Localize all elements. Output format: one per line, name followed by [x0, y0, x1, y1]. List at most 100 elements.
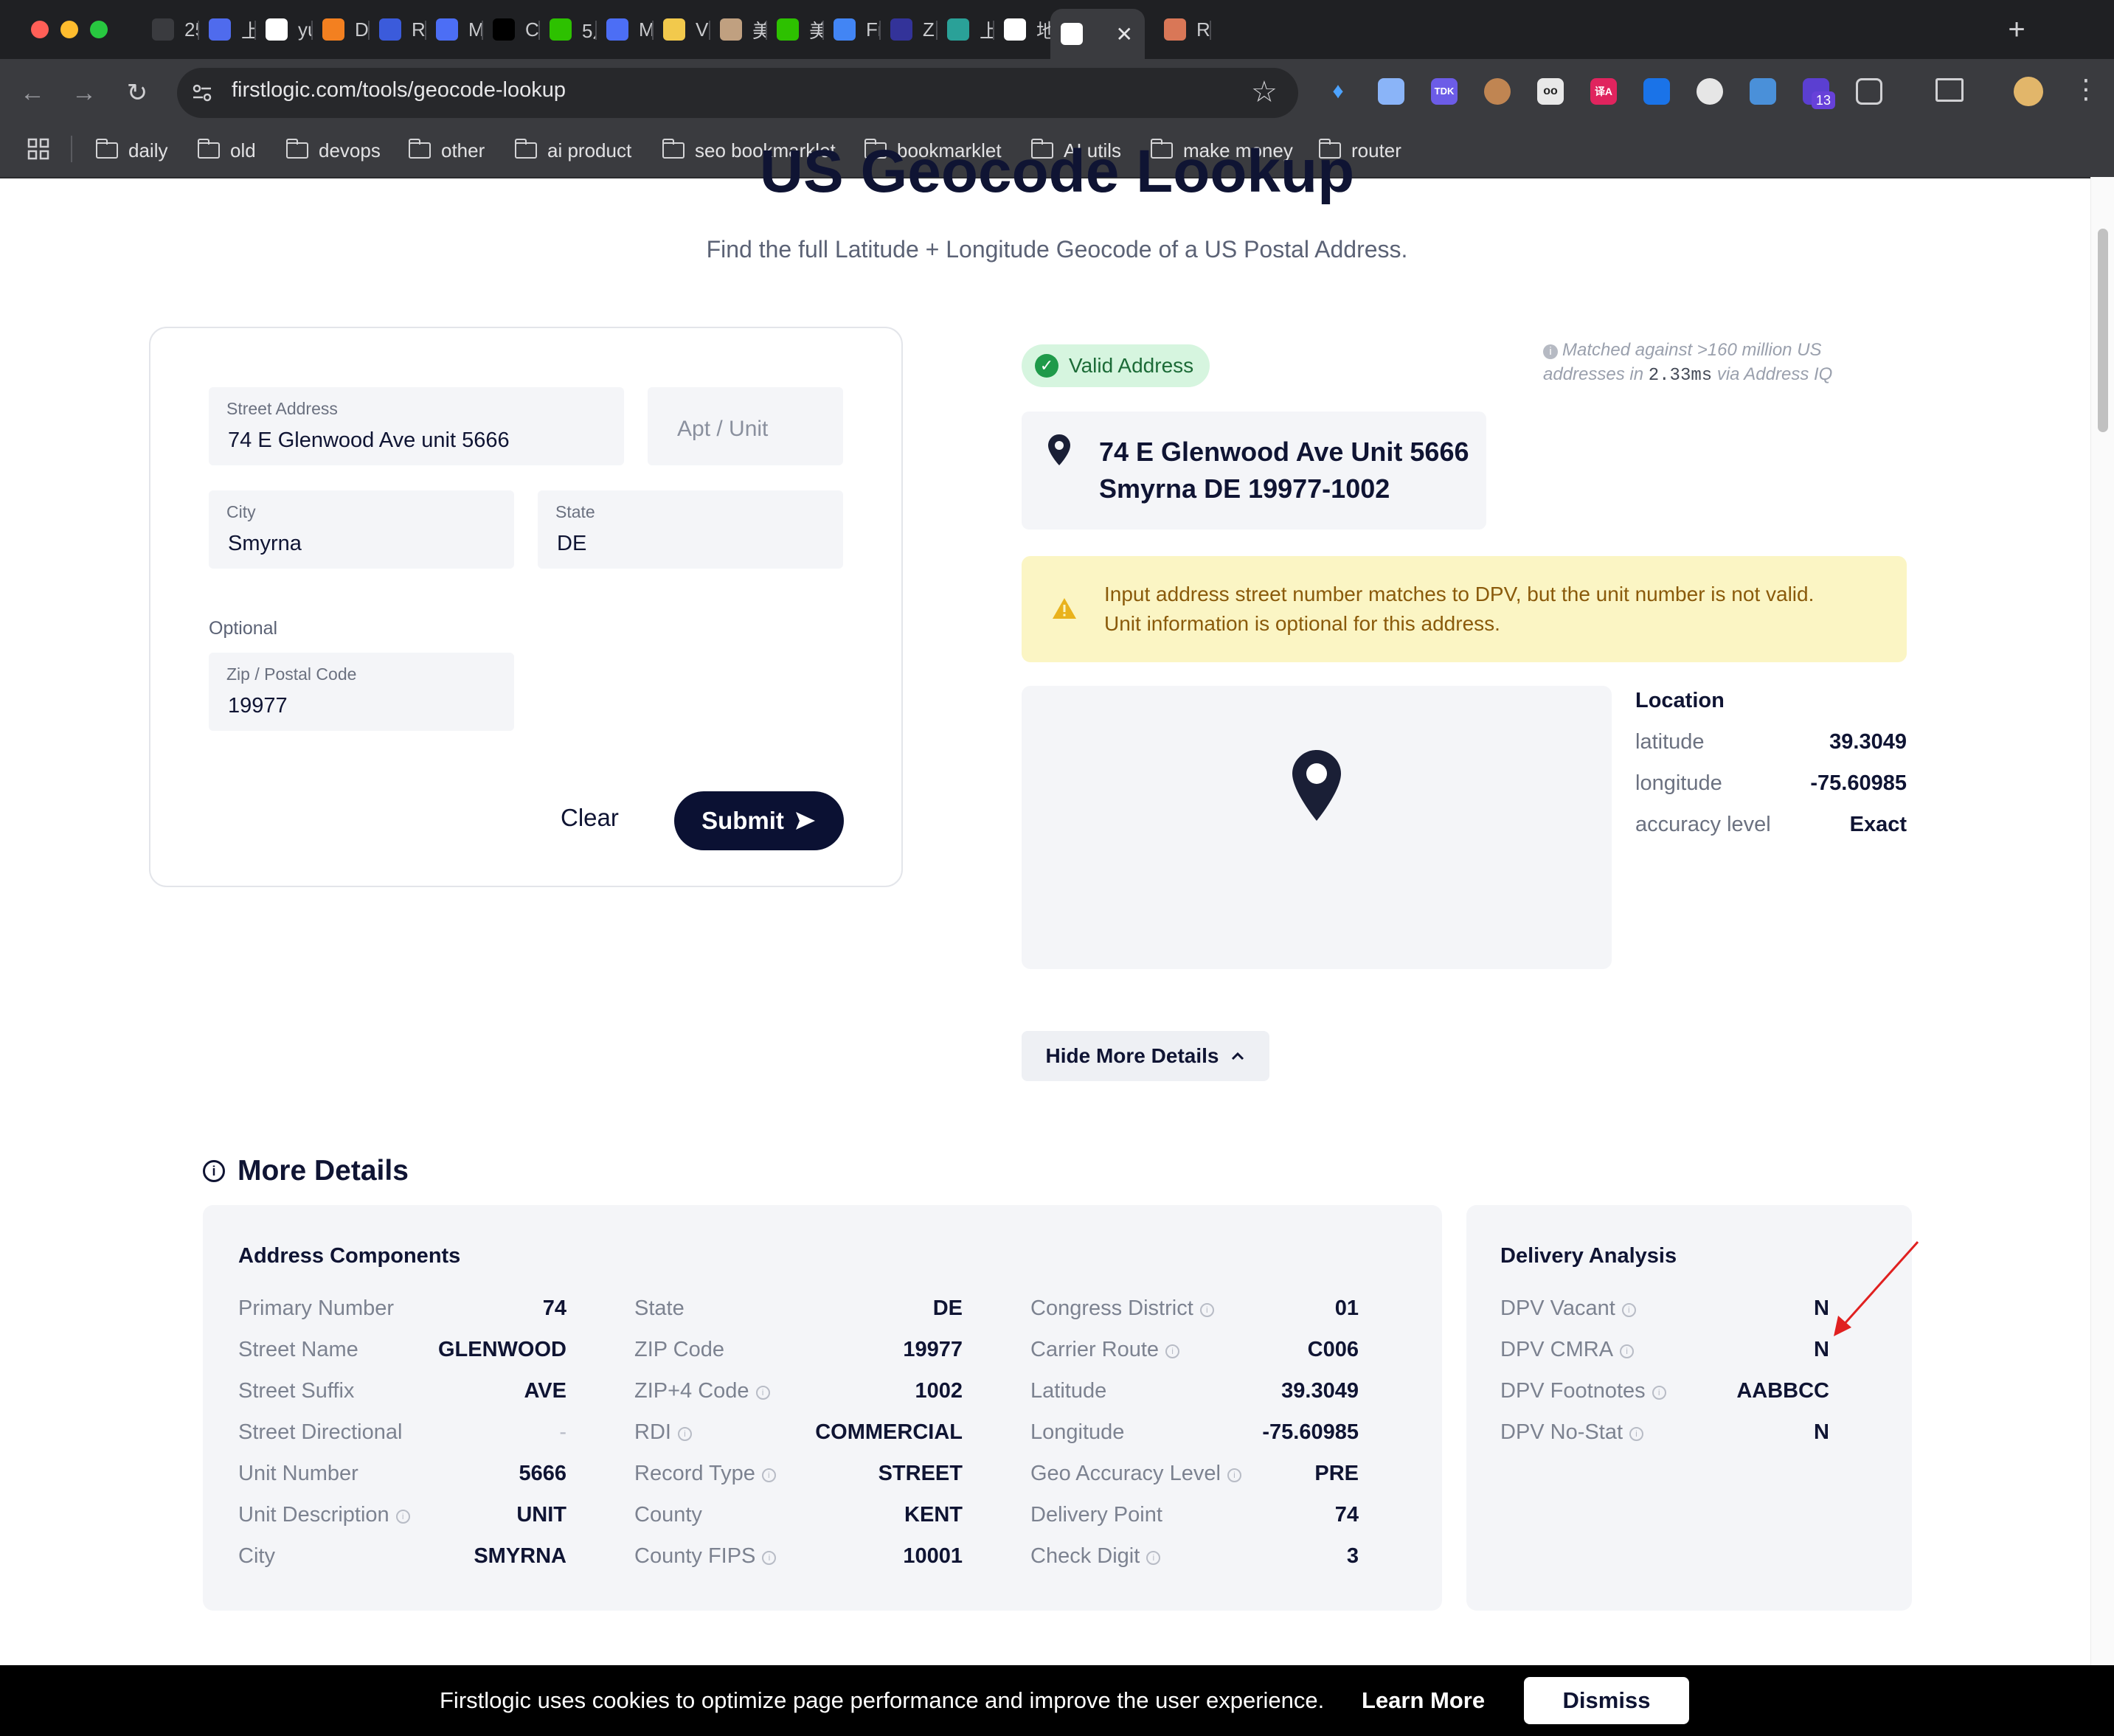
- browser-tab[interactable]: 美卡: [710, 9, 766, 50]
- info-icon[interactable]: i: [1146, 1551, 1161, 1565]
- detail-label-text: Street Suffix: [238, 1379, 355, 1403]
- cloud-extension-icon[interactable]: [1697, 78, 1723, 105]
- scrollbar-thumb[interactable]: [2098, 229, 2108, 432]
- info-icon[interactable]: i: [762, 1551, 777, 1565]
- send-arrow-icon: [795, 812, 815, 830]
- detail-label-text: Primary Number: [238, 1296, 395, 1320]
- detail-label: Street Directional: [238, 1420, 402, 1445]
- browser-tab[interactable]: yuan: [255, 9, 312, 50]
- browser-tab[interactable]: Cha: [482, 9, 539, 50]
- detail-label-text: DPV Footnotes: [1500, 1379, 1646, 1403]
- glasses-extension-icon[interactable]: oo: [1537, 78, 1564, 105]
- detail-value: 5666: [519, 1462, 566, 1485]
- zip-label: Zip / Postal Code: [226, 664, 357, 684]
- profile-avatar[interactable]: [2014, 77, 2043, 106]
- vercel-icon: [493, 18, 515, 41]
- street-address-value[interactable]: 74 E Glenwood Ave unit 5666: [228, 428, 510, 453]
- info-icon[interactable]: i: [1629, 1427, 1643, 1441]
- hide-more-details-button[interactable]: Hide More Details: [1022, 1031, 1269, 1081]
- street-address-label: Street Address: [226, 399, 338, 418]
- search-icon: [834, 18, 856, 41]
- dismiss-button[interactable]: Dismiss: [1524, 1677, 1689, 1724]
- city-field[interactable]: City Smyrna: [209, 490, 514, 569]
- state-field[interactable]: State DE: [538, 490, 843, 569]
- browser-tab[interactable]: RDI: [1154, 9, 1210, 50]
- new-tab-button[interactable]: +: [2000, 12, 2033, 47]
- browser-tab[interactable]: Virtu: [653, 9, 710, 50]
- submit-button[interactable]: Submit: [674, 791, 844, 850]
- info-icon[interactable]: i: [1227, 1468, 1241, 1482]
- detail-value: 74: [542, 1296, 566, 1320]
- detail-label-text: County FIPS: [634, 1544, 756, 1568]
- browser-tab[interactable]: 美卡: [766, 9, 823, 50]
- browser-tab[interactable]: ZIP: [880, 9, 937, 50]
- apt-unit-field[interactable]: Apt / Unit: [648, 387, 843, 465]
- reload-button[interactable]: ↻: [121, 77, 153, 109]
- browser-tab[interactable]: 上传: [937, 9, 994, 50]
- chrome-overlap-mask: [0, 127, 2114, 177]
- state-value[interactable]: DE: [557, 532, 586, 556]
- browser-menu-icon[interactable]: ⋮: [2073, 74, 2099, 105]
- valid-address-badge: ✓ Valid Address: [1022, 344, 1210, 387]
- screenshot-extension-icon[interactable]: [1643, 78, 1670, 105]
- map-view[interactable]: [1022, 686, 1612, 969]
- file-extension-icon[interactable]: [1750, 78, 1776, 105]
- zip-field[interactable]: Zip / Postal Code 19977: [209, 653, 514, 731]
- info-icon[interactable]: i: [761, 1468, 776, 1482]
- tab-label: Virtu: [696, 18, 710, 41]
- docs-extension-icon[interactable]: [1378, 78, 1404, 105]
- optional-label: Optional: [209, 618, 278, 639]
- browser-tab[interactable]: 上站: [198, 9, 255, 50]
- back-button[interactable]: ←: [16, 77, 49, 109]
- browser-tab[interactable]: Mar: [596, 9, 653, 50]
- forward-button[interactable]: →: [68, 77, 100, 109]
- detail-label: Street Name: [238, 1338, 358, 1362]
- info-icon[interactable]: i: [395, 1510, 410, 1524]
- tdk-extension-icon[interactable]: TDK: [1431, 78, 1458, 105]
- zip-value[interactable]: 19977: [228, 694, 288, 718]
- browser-tab[interactable]: DNS: [312, 9, 369, 50]
- browser-tab[interactable]: 5月f: [539, 9, 596, 50]
- address-line-2: Smyrna DE 19977-1002: [1099, 473, 1390, 504]
- standardized-address-card: [1022, 412, 1486, 530]
- cast-icon[interactable]: [1935, 78, 1964, 102]
- url-text[interactable]: firstlogic.com/tools/geocode-lookup: [232, 78, 566, 103]
- close-window-button[interactable]: [31, 21, 49, 38]
- match-suffix: via Address IQ: [1716, 364, 1833, 384]
- detail-label: Carrier Route i: [1030, 1338, 1180, 1362]
- detail-value: C006: [1307, 1338, 1359, 1361]
- translate-extension-icon[interactable]: 译A: [1590, 78, 1617, 105]
- info-icon[interactable]: i: [1652, 1386, 1666, 1400]
- browser-tab[interactable]: Mar: [426, 9, 482, 50]
- info-icon[interactable]: i: [755, 1386, 770, 1400]
- browser-tab[interactable]: 25: [142, 9, 198, 50]
- detail-value: SMYRNA: [474, 1544, 566, 1568]
- detail-label-text: DPV Vacant: [1500, 1296, 1615, 1320]
- zoom-window-button[interactable]: [90, 21, 108, 38]
- latitude-label: latitude: [1635, 730, 1705, 754]
- info-icon[interactable]: i: [1199, 1303, 1214, 1317]
- close-tab-icon[interactable]: ✕: [1116, 22, 1133, 46]
- info-icon[interactable]: i: [677, 1427, 692, 1441]
- browser-tab[interactable]: Rep: [369, 9, 426, 50]
- gem-extension-icon[interactable]: ♦: [1325, 78, 1351, 105]
- learn-more-link[interactable]: Learn More: [1362, 1687, 1485, 1714]
- site-settings-icon[interactable]: [190, 81, 214, 105]
- detail-value: 1002: [915, 1379, 963, 1403]
- bookmark-star-icon[interactable]: ☆: [1251, 75, 1278, 109]
- extensions-puzzle-icon[interactable]: [1856, 78, 1882, 105]
- match-info: i Matched against >160 million US address…: [1543, 338, 1890, 388]
- info-icon[interactable]: i: [1621, 1303, 1636, 1317]
- city-value[interactable]: Smyrna: [228, 532, 302, 556]
- cookie-extension-icon[interactable]: [1484, 78, 1511, 105]
- minimize-window-button[interactable]: [60, 21, 78, 38]
- info-icon[interactable]: i: [1620, 1344, 1635, 1358]
- browser-tab[interactable]: Free: [823, 9, 880, 50]
- longitude-value: -75.60985: [1810, 771, 1907, 795]
- street-address-field[interactable]: Street Address 74 E Glenwood Ave unit 56…: [209, 387, 624, 465]
- browser-tab[interactable]: 地址: [994, 9, 1050, 50]
- clear-button[interactable]: Clear: [561, 804, 619, 832]
- detail-value: KENT: [904, 1503, 963, 1527]
- browser-tab[interactable]: ✕: [1050, 9, 1145, 59]
- info-icon[interactable]: i: [1165, 1344, 1180, 1358]
